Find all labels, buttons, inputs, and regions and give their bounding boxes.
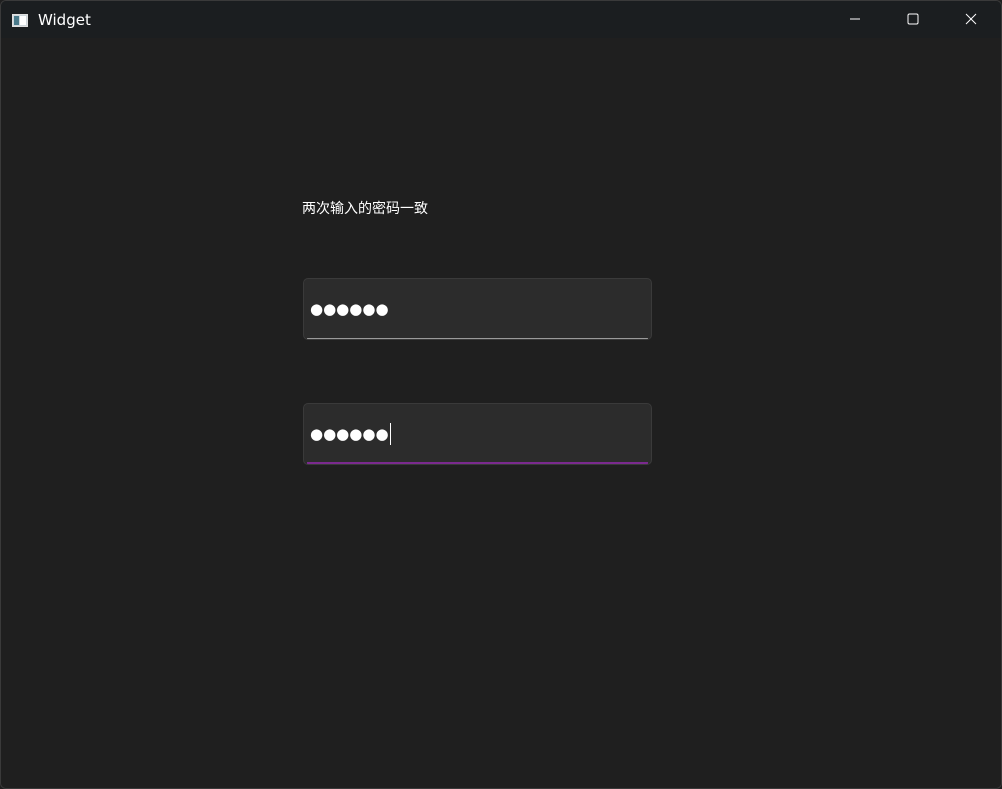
password-input[interactable]: ●●●●●●	[303, 278, 652, 340]
maximize-button[interactable]	[884, 1, 942, 38]
password-masked-value: ●●●●●●	[310, 300, 389, 318]
title-bar[interactable]: Widget	[1, 1, 1001, 38]
text-caret	[389, 423, 391, 445]
confirm-password-value-wrap: ●●●●●●	[310, 423, 391, 445]
input-focus-underline	[307, 462, 648, 464]
widget-content: 两次输入的密码一致 ●●●●●● ●●●●●●	[1, 38, 1001, 788]
window-app-icon	[12, 12, 28, 27]
close-button[interactable]	[942, 1, 1000, 38]
maximize-icon	[907, 10, 919, 29]
minimize-icon	[849, 10, 861, 29]
app-window: Widget 两次输入的密码一致 ●●●●●● ●●●●●●	[0, 0, 1002, 789]
window-title: Widget	[38, 11, 91, 29]
confirm-password-input[interactable]: ●●●●●●	[303, 403, 652, 465]
confirm-password-masked-value: ●●●●●●	[310, 425, 389, 443]
input-underline	[307, 338, 648, 339]
minimize-button[interactable]	[826, 1, 884, 38]
close-icon	[965, 10, 977, 29]
password-match-message: 两次输入的密码一致	[302, 201, 428, 217]
